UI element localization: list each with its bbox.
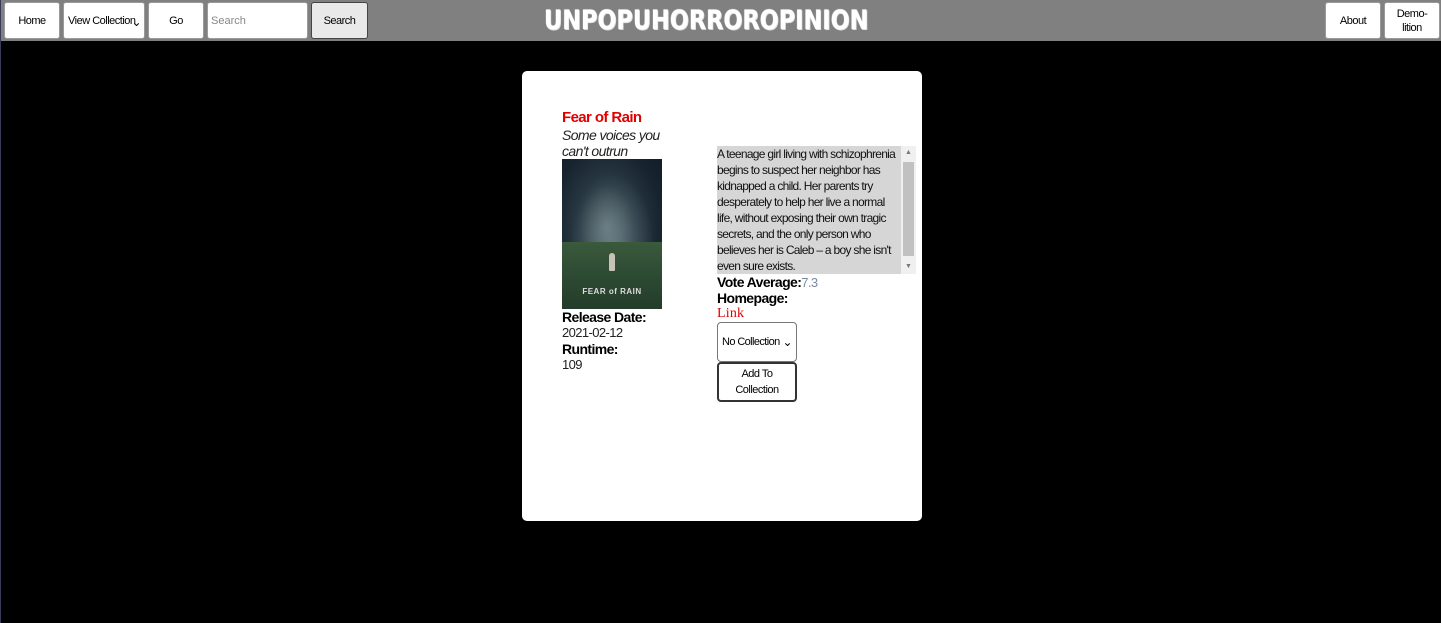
movie-detail-card: Fear of Rain Some voices you can't outru…: [522, 71, 922, 521]
release-date-label: Release Date:: [562, 309, 647, 325]
chevron-down-icon: ⌄: [131, 15, 141, 29]
movie-title: Fear of Rain: [562, 109, 642, 126]
scrollbar-thumb[interactable]: [903, 162, 914, 256]
movie-poster: FEAR of RAIN: [562, 159, 662, 309]
about-button[interactable]: About: [1325, 2, 1381, 39]
vote-average-row: Vote Average:7.3: [717, 274, 818, 291]
search-button[interactable]: Search: [311, 2, 368, 39]
collection-select-value: No Collection: [722, 336, 780, 348]
view-collection-select[interactable]: View Collection ⌄: [63, 2, 145, 39]
homepage-link[interactable]: Link: [717, 306, 744, 322]
collection-select[interactable]: No Collection ⌄: [717, 322, 797, 362]
runtime-value: 109: [562, 357, 582, 372]
scroll-up-icon[interactable]: ▲: [901, 146, 916, 160]
overview-scrollbar[interactable]: ▲ ▼: [901, 146, 916, 274]
overview-box[interactable]: A teenage girl living with schizophrenia…: [717, 146, 916, 274]
runtime-label: Runtime:: [562, 341, 618, 357]
vote-average-label: Vote Average:: [717, 274, 802, 290]
add-to-collection-button[interactable]: Add To Collection: [717, 362, 797, 402]
demolition-button[interactable]: Demo- lition: [1384, 2, 1440, 39]
poster-figure: [609, 253, 615, 271]
view-collection-label: View Collection: [68, 14, 136, 27]
go-button[interactable]: Go: [148, 2, 204, 39]
overview-text: A teenage girl living with schizophrenia…: [717, 147, 896, 273]
top-nav-bar: Home View Collection ⌄ Go Search UNPOPUH…: [1, 0, 1441, 41]
poster-trees: [562, 159, 662, 249]
release-date-value: 2021-02-12: [562, 325, 623, 340]
vote-average-value: 7.3: [801, 275, 818, 290]
chevron-down-icon: ⌄: [782, 335, 793, 349]
site-title[interactable]: UNPOPUHORROROPINION: [544, 3, 868, 39]
page: Home View Collection ⌄ Go Search UNPOPUH…: [0, 0, 1441, 623]
movie-tagline: Some voices you can't outrun: [562, 127, 660, 159]
homepage-label: Homepage:: [717, 290, 788, 306]
home-button[interactable]: Home: [4, 2, 60, 39]
poster-title-text: FEAR of RAIN: [582, 287, 642, 296]
search-input[interactable]: [207, 2, 308, 39]
scroll-down-icon[interactable]: ▼: [901, 260, 916, 274]
poster-grass: [562, 241, 662, 309]
